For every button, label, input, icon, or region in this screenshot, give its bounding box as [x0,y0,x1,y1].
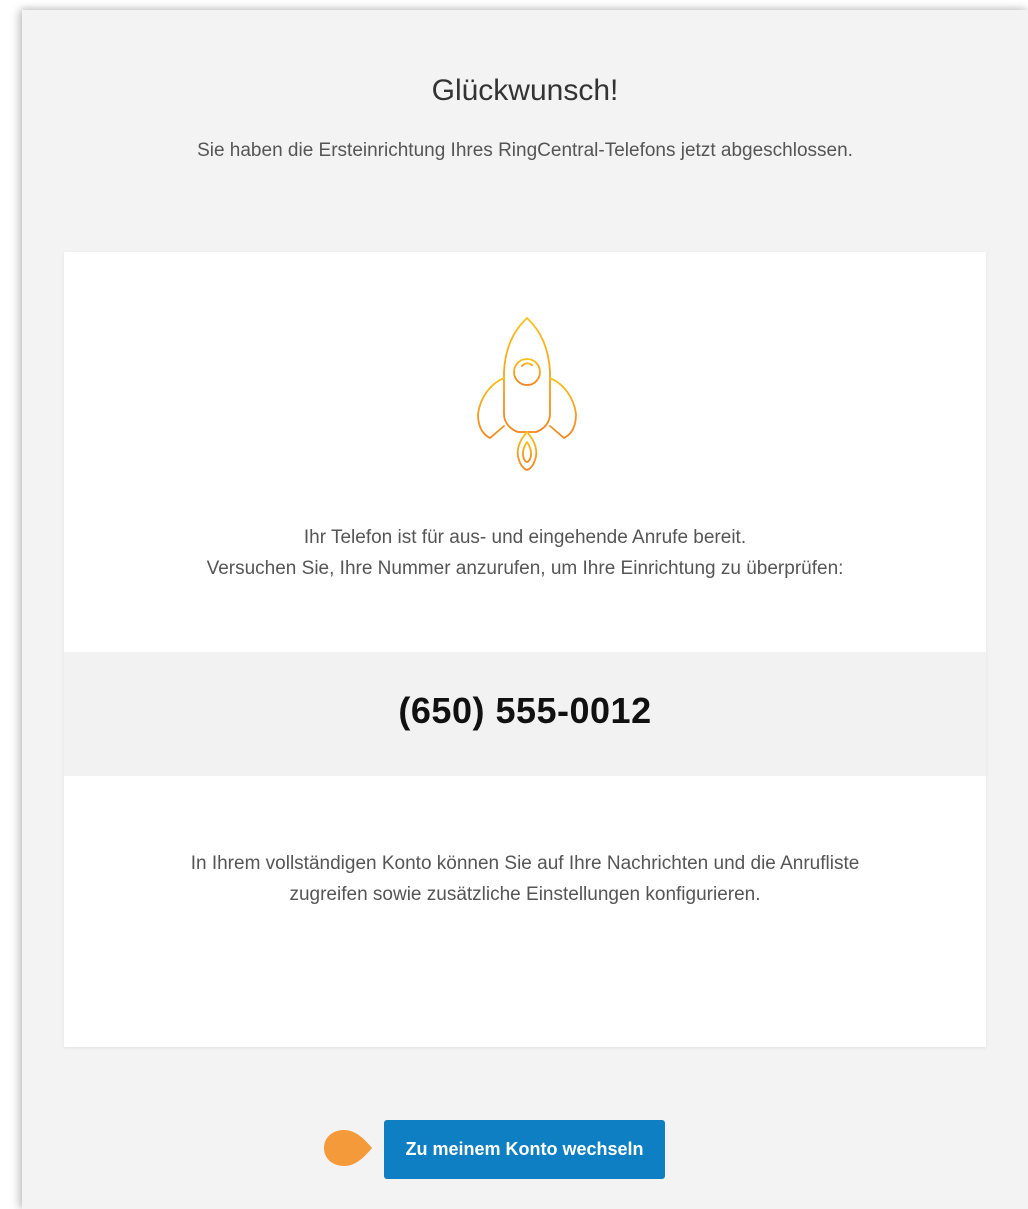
account-info-line-2: zugreifen sowie zusätzliche Einstellunge… [289,884,761,905]
page-title: Glückwunsch! [431,74,619,107]
pointer-marker-icon [324,1130,372,1166]
setup-complete-panel: Glückwunsch! Sie haben die Ersteinrichtu… [22,10,1028,1209]
ready-message-line-2: Versuchen Sie, Ihre Nummer anzurufen, um… [206,558,844,579]
switch-to-account-button[interactable]: Zu meinem Konto wechseln [384,1120,665,1179]
ready-message-line-1: Ihr Telefon ist für aus- und eingehende … [303,527,747,548]
ready-message: Ihr Telefon ist für aus- und eingehende … [64,522,986,584]
phone-number: (650) 555-0012 [398,690,652,731]
account-info-line-1: In Ihrem vollständigen Konto können Sie … [190,853,860,874]
account-info-message: In Ihrem vollständigen Konto können Sie … [64,848,986,910]
rocket-icon [477,317,577,471]
phone-number-band: (650) 555-0012 [64,652,986,776]
page-subtitle: Sie haben die Ersteinrichtung Ihres Ring… [197,140,853,161]
setup-summary-card: Ihr Telefon ist für aus- und eingehende … [64,252,986,1047]
page: Glückwunsch! Sie haben die Ersteinrichtu… [0,0,1028,1209]
